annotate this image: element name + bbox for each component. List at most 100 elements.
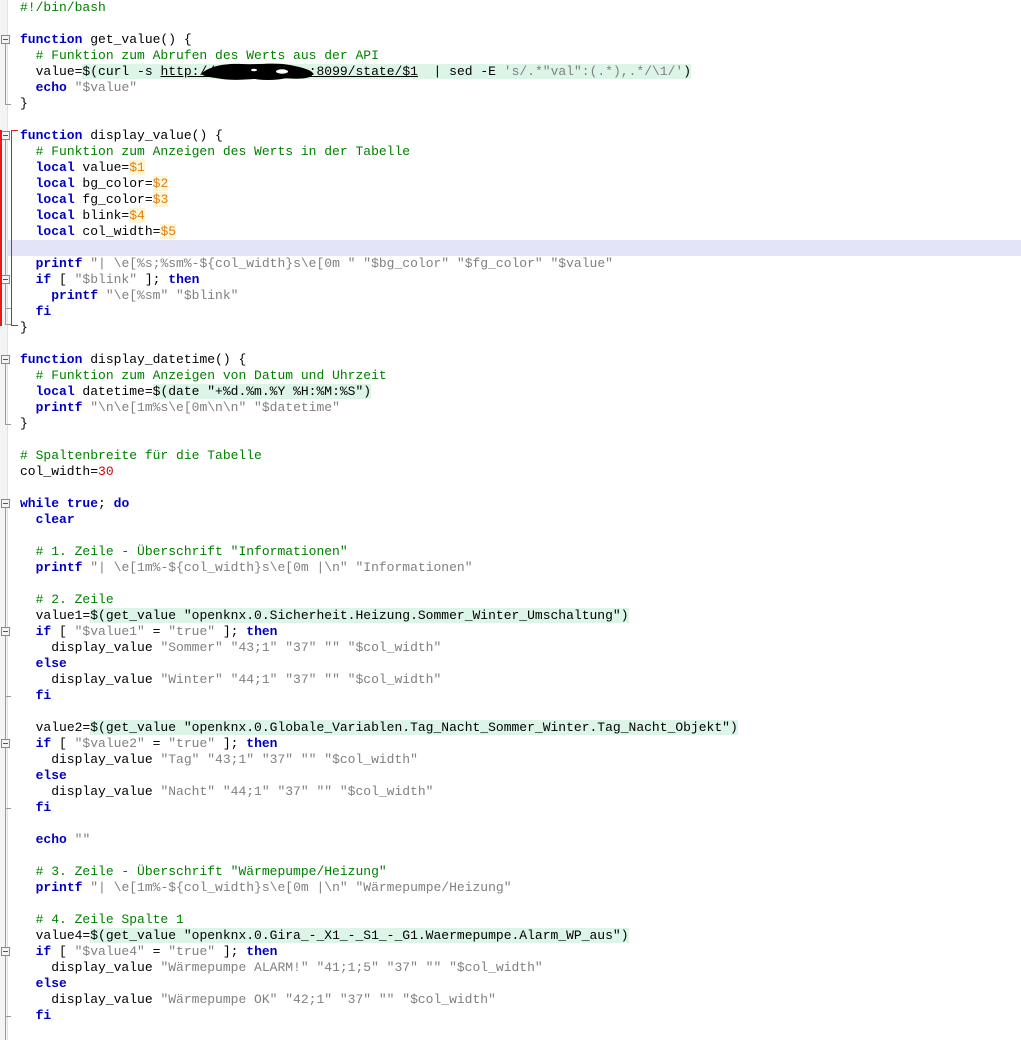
code-line[interactable] [0, 816, 1021, 832]
token-kw-1: printf [51, 288, 99, 303]
code-line[interactable]: # 2. Zeile [0, 592, 1021, 608]
code-line[interactable]: fi [0, 800, 1021, 816]
code-line[interactable]: # Funktion zum Anzeigen des Werts in der… [0, 144, 1021, 160]
token-kw-1: clear [35, 512, 75, 527]
code-line[interactable]: clear [0, 512, 1021, 528]
code-line[interactable]: fi [0, 688, 1021, 704]
code-line-content: function get_value() { [20, 32, 192, 47]
code-line[interactable] [0, 480, 1021, 496]
code-line[interactable]: # Funktion zum Anzeigen von Datum und Uh… [0, 368, 1021, 384]
token-plain-0: } [20, 416, 28, 431]
code-line[interactable]: fi [0, 304, 1021, 320]
code-line[interactable]: function get_value() { [0, 32, 1021, 48]
code-line-content: printf "| \e[1m%-${col_width}s\e[0m |\n"… [20, 560, 473, 575]
fold-toggle-while-loop[interactable] [1, 499, 10, 508]
token-kw-1: fi [35, 1008, 52, 1023]
subst-close: ) [620, 928, 629, 943]
code-line[interactable] [0, 112, 1021, 128]
fold-toggle-if-value1[interactable] [1, 627, 10, 636]
code-line[interactable]: # Spaltenbreite für die Tabelle [0, 448, 1021, 464]
token-plain-0 [20, 736, 36, 751]
code-line[interactable]: function display_datetime() { [0, 352, 1021, 368]
code-line[interactable]: else [0, 976, 1021, 992]
code-line[interactable]: local blink=$4 [0, 208, 1021, 224]
code-line[interactable] [0, 848, 1021, 864]
token-plain-2: bg_color= [74, 176, 153, 191]
code-line[interactable]: if [ "$value1" = "true" ]; then [0, 624, 1021, 640]
fold-toggle-if-value4[interactable] [1, 947, 10, 956]
code-line[interactable] [0, 432, 1021, 448]
fold-toggle-display-datetime[interactable] [1, 355, 10, 364]
code-line[interactable]: value4=$(get_value "openknx.0.Gira_-_X1_… [0, 928, 1021, 944]
code-line[interactable]: local col_width=$5 [0, 224, 1021, 240]
code-line[interactable]: printf "| \e[%s;%sm%-${col_width}s\e[0m … [0, 256, 1021, 272]
code-line[interactable]: if [ "$value4" = "true" ]; then [0, 944, 1021, 960]
code-line-content: function display_datetime() { [20, 352, 246, 367]
code-line[interactable]: display_value "Tag" "43;1" "37" "" "$col… [0, 752, 1021, 768]
code-line[interactable]: else [0, 768, 1021, 784]
code-line[interactable]: if [ "$blink" ]; then [0, 272, 1021, 288]
code-line[interactable]: display_value "Winter" "44;1" "37" "" "$… [0, 672, 1021, 688]
code-line[interactable] [0, 896, 1021, 912]
code-line[interactable] [0, 576, 1021, 592]
code-line[interactable]: } [0, 320, 1021, 336]
code-line[interactable]: display_value "Wärmepumpe ALARM!" "41;1;… [0, 960, 1021, 976]
code-line[interactable]: value2=$(get_value "openknx.0.Globale_Va… [0, 720, 1021, 736]
code-line-current[interactable] [0, 240, 1021, 256]
code-line[interactable]: else [0, 656, 1021, 672]
token-kw-0: function [20, 352, 83, 367]
code-line[interactable]: local datetime=$(date "+%d.%m.%Y %H:%M:%… [0, 384, 1021, 400]
code-line[interactable]: value1=$(get_value "openknx.0.Sicherheit… [0, 608, 1021, 624]
code-line[interactable] [0, 16, 1021, 32]
code-line[interactable]: # 3. Zeile - Überschrift "Wärmepumpe/Hei… [0, 864, 1021, 880]
code-line-content: } [20, 320, 28, 335]
code-line[interactable]: echo "" [0, 832, 1021, 848]
code-line[interactable] [0, 704, 1021, 720]
code-line[interactable]: printf "| \e[1m%-${col_width}s\e[0m |\n"… [0, 880, 1021, 896]
code-line[interactable]: # 1. Zeile - Überschrift "Informationen" [0, 544, 1021, 560]
token-plain-0 [20, 880, 36, 895]
code-line[interactable]: echo "$value" [0, 80, 1021, 96]
code-line[interactable] [0, 528, 1021, 544]
code-line[interactable]: fi [0, 1008, 1021, 1024]
code-editor[interactable]: #!/bin/bash function get_value() { # Funk… [0, 0, 1021, 1040]
code-line[interactable]: function display_value() { [0, 128, 1021, 144]
code-line[interactable]: while true; do [0, 496, 1021, 512]
code-line-content: display_value "Wärmepumpe OK" "42;1" "37… [20, 992, 496, 1007]
code-line[interactable] [0, 1024, 1021, 1040]
code-line[interactable]: local bg_color=$2 [0, 176, 1021, 192]
code-line[interactable]: local value=$1 [0, 160, 1021, 176]
token-plain-2 [98, 288, 106, 303]
fold-toggle-if-value2[interactable] [1, 739, 10, 748]
code-line[interactable]: display_value "Nacht" "44;1" "37" "" "$c… [0, 784, 1021, 800]
code-content[interactable]: #!/bin/bash function get_value() { # Funk… [0, 0, 1021, 1040]
fold-toggle-if-blink[interactable] [1, 275, 10, 284]
code-line[interactable]: printf "\e[%sm" "$blink" [0, 288, 1021, 304]
token-plain-0 [20, 912, 36, 927]
code-line[interactable] [0, 336, 1021, 352]
code-line[interactable]: printf "| \e[1m%-${col_width}s\e[0m |\n"… [0, 560, 1021, 576]
fold-toggle-display-value[interactable] [1, 131, 10, 140]
code-line[interactable]: display_value "Wärmepumpe OK" "42;1" "37… [0, 992, 1021, 1008]
code-line[interactable]: col_width=30 [0, 464, 1021, 480]
token-plain-4: = [144, 944, 169, 959]
token-str-5: "true" [168, 624, 216, 639]
fold-toggle-get-value[interactable] [1, 35, 10, 44]
code-line[interactable]: } [0, 416, 1021, 432]
code-line[interactable]: #!/bin/bash [0, 0, 1021, 16]
code-line[interactable]: local fg_color=$3 [0, 192, 1021, 208]
state-id-argument: "openknx.0.Gira_-_X1_-_S1_-_G1.Waermepum… [183, 928, 621, 943]
code-line[interactable]: if [ "$value2" = "true" ]; then [0, 736, 1021, 752]
assign-lhs: value1= [35, 608, 91, 623]
code-line[interactable]: display_value "Sommer" "43;1" "37" "" "$… [0, 640, 1021, 656]
token-plain-6: ]; [215, 736, 247, 751]
code-line[interactable]: # 4. Zeile Spalte 1 [0, 912, 1021, 928]
token-plain-2: fg_color= [74, 192, 153, 207]
code-line[interactable]: value=$(curl -s http:// :8099/state/$1 |… [0, 64, 1021, 80]
token-plain-2: blink= [74, 208, 130, 223]
code-line[interactable]: # Funktion zum Abrufen des Werts aus der… [0, 48, 1021, 64]
url-literal: http:// :8099/state/$1 [160, 64, 417, 79]
code-line[interactable]: } [0, 96, 1021, 112]
token-plain-0 [20, 256, 36, 271]
code-line[interactable]: printf "\n\e[1m%s\e[0m\n\n" "$datetime" [0, 400, 1021, 416]
